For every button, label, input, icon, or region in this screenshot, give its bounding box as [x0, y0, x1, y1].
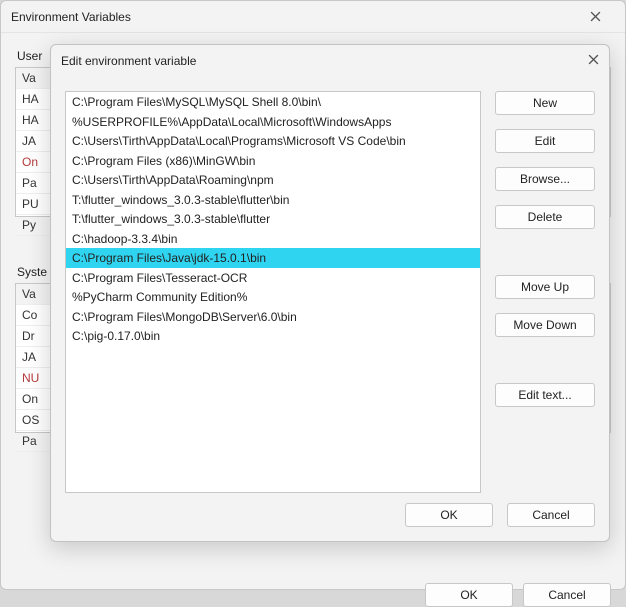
close-icon[interactable]: [575, 3, 615, 31]
edit-button[interactable]: Edit: [495, 129, 595, 153]
env-vars-title: Environment Variables: [11, 10, 575, 24]
path-entry[interactable]: C:\hadoop-3.3.4\bin: [66, 229, 480, 249]
edit-env-var-footer: OK Cancel: [51, 493, 609, 541]
path-entry[interactable]: C:\Program Files (x86)\MinGW\bin: [66, 151, 480, 171]
edit-env-var-content: C:\Program Files\MySQL\MySQL Shell 8.0\b…: [51, 77, 609, 493]
path-entry[interactable]: C:\pig-0.17.0\bin: [66, 326, 480, 346]
outer-ok-button[interactable]: OK: [425, 583, 513, 607]
path-entry[interactable]: %USERPROFILE%\AppData\Local\Microsoft\Wi…: [66, 112, 480, 132]
edit-env-var-titlebar: Edit environment variable: [51, 45, 609, 77]
inner-ok-button[interactable]: OK: [405, 503, 493, 527]
browse-button[interactable]: Browse...: [495, 167, 595, 191]
side-buttons: New Edit Browse... Delete Move Up Move D…: [495, 91, 595, 493]
path-entry[interactable]: C:\Program Files\Tesseract-OCR: [66, 268, 480, 288]
path-entry[interactable]: C:\Program Files\MySQL\MySQL Shell 8.0\b…: [66, 92, 480, 112]
path-entries-list[interactable]: C:\Program Files\MySQL\MySQL Shell 8.0\b…: [65, 91, 481, 493]
close-icon[interactable]: [588, 54, 599, 68]
path-entry[interactable]: %PyCharm Community Edition%: [66, 287, 480, 307]
outer-cancel-button[interactable]: Cancel: [523, 583, 611, 607]
path-entry[interactable]: C:\Program Files\MongoDB\Server\6.0\bin: [66, 307, 480, 327]
edit-env-var-title: Edit environment variable: [61, 54, 588, 68]
inner-cancel-button[interactable]: Cancel: [507, 503, 595, 527]
delete-button[interactable]: Delete: [495, 205, 595, 229]
new-button[interactable]: New: [495, 91, 595, 115]
movedown-button[interactable]: Move Down: [495, 313, 595, 337]
edittext-button[interactable]: Edit text...: [495, 383, 595, 407]
edit-env-var-dialog: Edit environment variable C:\Program Fil…: [50, 44, 610, 542]
path-entry[interactable]: C:\Users\Tirth\AppData\Local\Programs\Mi…: [66, 131, 480, 151]
path-entry[interactable]: C:\Program Files\Java\jdk-15.0.1\bin: [66, 248, 480, 268]
path-entry[interactable]: T:\flutter_windows_3.0.3-stable\flutter\…: [66, 190, 480, 210]
moveup-button[interactable]: Move Up: [495, 275, 595, 299]
path-entry[interactable]: T:\flutter_windows_3.0.3-stable\flutter: [66, 209, 480, 229]
path-entry[interactable]: C:\Users\Tirth\AppData\Roaming\npm: [66, 170, 480, 190]
env-vars-titlebar: Environment Variables: [1, 1, 625, 33]
